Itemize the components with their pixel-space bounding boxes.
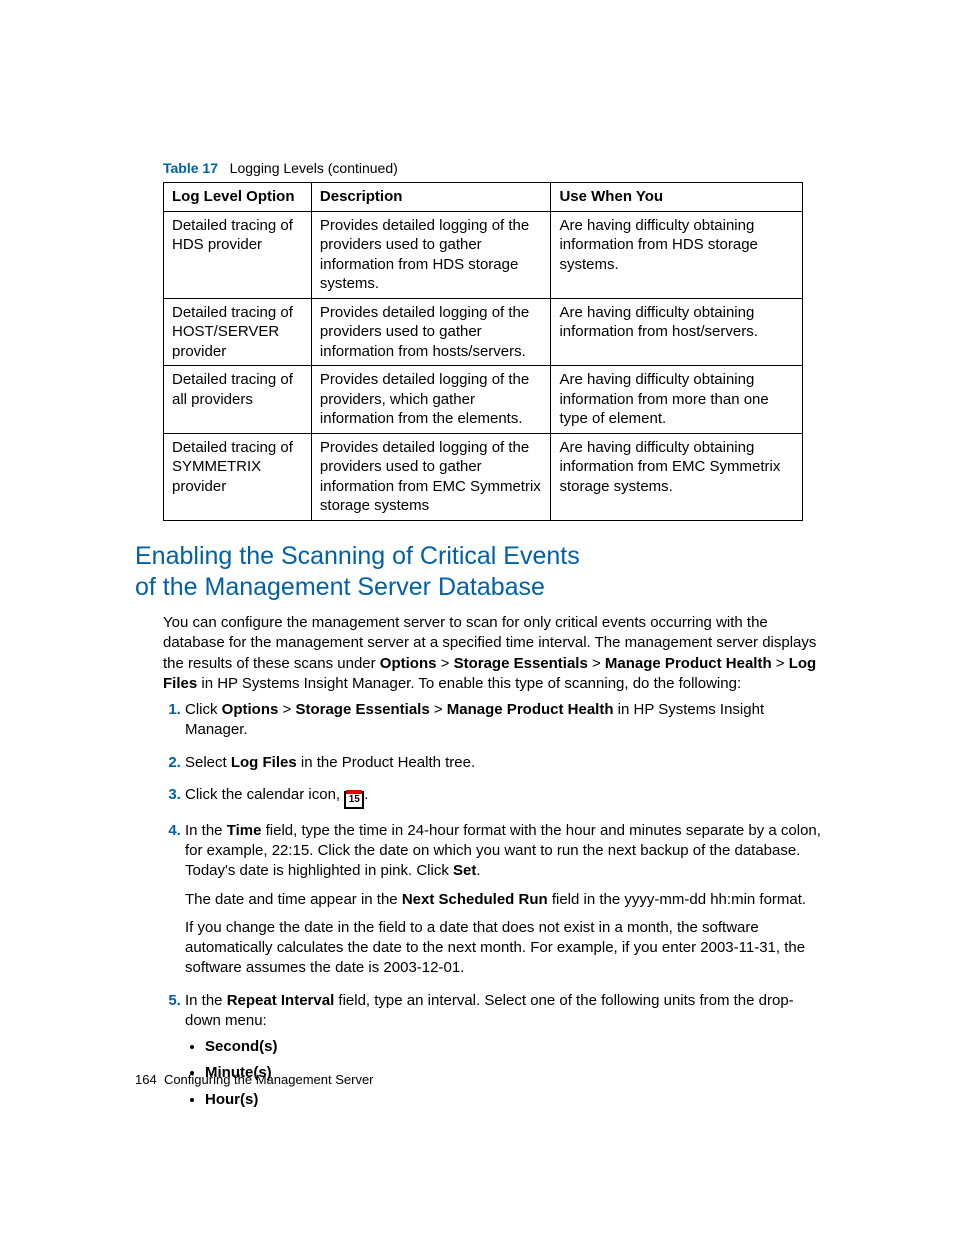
cell: Are having difficulty obtaining informat… xyxy=(551,366,803,434)
step-1: Click Options > Storage Essentials > Man… xyxy=(185,700,824,741)
table-row: Detailed tracing of HOST/SERVER provider… xyxy=(164,298,803,366)
heading-line-2: of the Management Server Database xyxy=(135,573,545,601)
footer-title: Configuring the Management Server xyxy=(164,1072,374,1087)
cell: Detailed tracing of HOST/SERVER provider xyxy=(164,298,312,366)
cell: Are having difficulty obtaining informat… xyxy=(551,211,803,298)
cell: Provides detailed logging of the provide… xyxy=(311,211,551,298)
cell: Detailed tracing of SYMMETRIX provider xyxy=(164,433,312,520)
table-row: Detailed tracing of SYMMETRIX provider P… xyxy=(164,433,803,520)
cell: Provides detailed logging of the provide… xyxy=(311,433,551,520)
col-use-when: Use When You xyxy=(551,183,803,212)
page-number: 164 xyxy=(135,1072,157,1087)
cell: Are having difficulty obtaining informat… xyxy=(551,433,803,520)
cell: Provides detailed logging of the provide… xyxy=(311,366,551,434)
table-caption: Table 17 Logging Levels (continued) xyxy=(163,160,824,176)
cell: Are having difficulty obtaining informat… xyxy=(551,298,803,366)
calendar-icon: 15 xyxy=(344,791,364,809)
cell: Detailed tracing of all providers xyxy=(164,366,312,434)
cell: Provides detailed logging of the provide… xyxy=(311,298,551,366)
table-number: Table 17 xyxy=(163,160,218,176)
step-5: In the Repeat Interval field, type an in… xyxy=(185,991,824,1110)
table-title: Logging Levels (continued) xyxy=(230,160,398,176)
step-4-p3: If you change the date in the field to a… xyxy=(185,918,824,979)
table-header-row: Log Level Option Description Use When Yo… xyxy=(164,183,803,212)
logging-levels-table: Log Level Option Description Use When Yo… xyxy=(163,182,803,521)
table-row: Detailed tracing of HDS provider Provide… xyxy=(164,211,803,298)
section-heading: Enabling the Scanning of Critical Events… xyxy=(135,541,824,604)
step-4: In the Time field, type the time in 24-h… xyxy=(185,821,824,979)
unit-seconds: Second(s) xyxy=(205,1037,824,1057)
heading-line-1: Enabling the Scanning of Critical Events xyxy=(135,542,580,570)
step-2: Select Log Files in the Product Health t… xyxy=(185,753,824,773)
col-log-level: Log Level Option xyxy=(164,183,312,212)
step-3: Click the calendar icon, 15. xyxy=(185,785,824,809)
cell: Detailed tracing of HDS provider xyxy=(164,211,312,298)
unit-hours: Hour(s) xyxy=(205,1090,824,1110)
intro-paragraph: You can configure the management server … xyxy=(163,613,824,694)
table-row: Detailed tracing of all providers Provid… xyxy=(164,366,803,434)
col-description: Description xyxy=(311,183,551,212)
steps-list: Click Options > Storage Essentials > Man… xyxy=(163,700,824,1110)
step-4-p2: The date and time appear in the Next Sch… xyxy=(185,890,824,910)
page-footer: 164 Configuring the Management Server xyxy=(135,1072,374,1087)
